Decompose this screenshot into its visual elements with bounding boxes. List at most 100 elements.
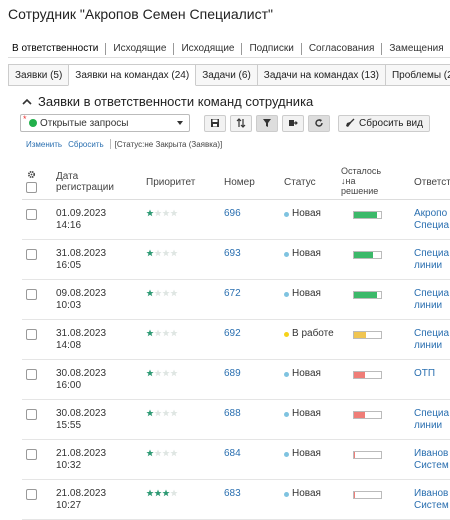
col-remaining[interactable]: Осталось ↓на решение bbox=[341, 166, 381, 196]
table-row[interactable]: 01.09.2023 14:16 696 Новая Акропо Специа bbox=[22, 200, 450, 240]
page-title: Сотрудник "Акропов Семен Специалист" bbox=[8, 6, 274, 22]
star-filled-icon bbox=[146, 409, 154, 417]
table-row[interactable]: 30.08.2023 15:55 688 Новая Специа линии bbox=[22, 400, 450, 440]
star-empty-icon bbox=[162, 249, 170, 257]
row-checkbox[interactable] bbox=[26, 209, 37, 220]
table-row[interactable]: 21.08.2023 10:32 684 Новая Иванов Систем bbox=[22, 440, 450, 480]
row-checkbox[interactable] bbox=[26, 489, 37, 500]
section-title: Заявки в ответственности команд сотрудни… bbox=[38, 94, 314, 109]
responsible-link[interactable]: ОТП bbox=[414, 368, 450, 380]
priority-rating bbox=[146, 409, 178, 417]
tab-main-4[interactable]: Согласования bbox=[302, 42, 383, 55]
reset-view-button[interactable]: Сбросить вид bbox=[338, 114, 430, 132]
requests-table: Дата регистрации Приоритет Номер Статус О… bbox=[22, 162, 450, 520]
responsible-link[interactable]: Иванов Систем bbox=[414, 488, 450, 512]
sort-button[interactable] bbox=[230, 114, 252, 132]
responsible-link[interactable]: Специа линии bbox=[414, 248, 450, 272]
star-empty-icon bbox=[162, 209, 170, 217]
export-icon bbox=[289, 120, 298, 126]
active-filter-bar: Изменить Сбросить [Статус: не Закрыта (З… bbox=[26, 139, 222, 149]
col-priority[interactable]: Приоритет bbox=[146, 177, 195, 188]
star-empty-icon bbox=[162, 329, 170, 337]
priority-rating bbox=[146, 289, 178, 297]
tab-main-2[interactable]: Исходящие bbox=[174, 42, 243, 55]
priority-rating bbox=[146, 209, 178, 217]
edit-filter-link[interactable]: Изменить bbox=[26, 140, 62, 149]
col-date[interactable]: Дата регистрации bbox=[56, 171, 114, 193]
row-checkbox[interactable] bbox=[26, 449, 37, 460]
status-badge: Новая bbox=[284, 208, 321, 220]
row-checkbox[interactable] bbox=[26, 329, 37, 340]
request-number-link[interactable]: 696 bbox=[224, 208, 241, 220]
divider bbox=[109, 139, 111, 149]
responsible-link[interactable]: Специа линии bbox=[414, 288, 450, 312]
save-view-button[interactable] bbox=[204, 114, 226, 132]
remaining-time-bar bbox=[353, 331, 382, 339]
status-badge: В работе bbox=[284, 328, 334, 340]
responsible-link[interactable]: Специа линии bbox=[414, 328, 450, 352]
row-date: 30.08.2023 15:55 bbox=[56, 408, 107, 431]
star-empty-icon bbox=[170, 249, 178, 257]
row-date: 31.08.2023 16:05 bbox=[56, 248, 107, 271]
select-all-checkbox[interactable] bbox=[26, 182, 37, 193]
table-row[interactable]: 30.08.2023 16:00 689 Новая ОТП bbox=[22, 360, 450, 400]
responsible-link[interactable]: Специа линии bbox=[414, 408, 450, 432]
request-number-link[interactable]: 689 bbox=[224, 368, 241, 380]
priority-rating bbox=[146, 449, 178, 457]
view-filter-value: Открытые запросы bbox=[40, 117, 129, 129]
table-row[interactable]: 09.08.2023 10:03 672 Новая Специа линии bbox=[22, 280, 450, 320]
remaining-time-bar bbox=[353, 411, 382, 419]
tab-sub-3[interactable]: Задачи на командах (13) bbox=[256, 64, 386, 85]
table-row[interactable]: 21.08.2023 10:27 683 Новая Иванов Систем bbox=[22, 480, 450, 520]
tab-sub-1[interactable]: Заявки на командах (24) bbox=[68, 64, 197, 86]
tab-sub-0[interactable]: Заявки (5) bbox=[8, 64, 70, 85]
gear-icon[interactable] bbox=[27, 170, 36, 179]
save-icon bbox=[211, 119, 219, 127]
view-filter-select[interactable]: * Открытые запросы bbox=[20, 114, 190, 132]
priority-rating bbox=[146, 329, 178, 337]
filter-button[interactable] bbox=[256, 114, 278, 132]
chevron-up-icon[interactable] bbox=[22, 97, 32, 107]
responsible-link[interactable]: Акропо Специа bbox=[414, 208, 450, 232]
remaining-time-bar bbox=[353, 451, 382, 459]
request-number-link[interactable]: 683 bbox=[224, 488, 241, 500]
refresh-button[interactable] bbox=[308, 114, 330, 132]
status-dot bbox=[284, 211, 289, 217]
row-date: 09.08.2023 10:03 bbox=[56, 288, 107, 311]
remaining-time-fill bbox=[354, 412, 365, 418]
priority-rating bbox=[146, 489, 178, 497]
star-empty-icon bbox=[162, 409, 170, 417]
row-checkbox[interactable] bbox=[26, 409, 37, 420]
tab-main-1[interactable]: Исходящие bbox=[106, 42, 175, 55]
tab-sub-4[interactable]: Проблемы (2) bbox=[384, 64, 450, 85]
row-checkbox[interactable] bbox=[26, 249, 37, 260]
tab-main-3[interactable]: Подписки bbox=[242, 42, 302, 55]
responsible-link[interactable]: Иванов Систем bbox=[414, 448, 450, 472]
export-button[interactable] bbox=[282, 114, 304, 132]
table-header: Дата регистрации Приоритет Номер Статус О… bbox=[22, 162, 450, 200]
status-badge: Новая bbox=[284, 368, 321, 380]
request-number-link[interactable]: 672 bbox=[224, 288, 241, 300]
table-row[interactable]: 31.08.2023 14:08 692 В работе Специа линии bbox=[22, 320, 450, 360]
request-number-link[interactable]: 693 bbox=[224, 248, 241, 260]
star-empty-icon bbox=[154, 449, 162, 457]
section-header[interactable]: Заявки в ответственности команд сотрудни… bbox=[22, 94, 313, 109]
remaining-time-bar bbox=[353, 491, 382, 499]
row-checkbox[interactable] bbox=[26, 369, 37, 380]
col-number[interactable]: Номер bbox=[224, 177, 255, 188]
remaining-time-bar bbox=[353, 371, 382, 379]
tab-main-0[interactable]: В ответственности bbox=[8, 42, 107, 55]
col-responsible[interactable]: Ответст bbox=[414, 177, 450, 188]
col-status[interactable]: Статус bbox=[284, 177, 316, 188]
request-number-link[interactable]: 684 bbox=[224, 448, 241, 460]
status-dot bbox=[284, 491, 289, 497]
request-number-link[interactable]: 692 bbox=[224, 328, 241, 340]
row-date: 30.08.2023 16:00 bbox=[56, 368, 107, 391]
tab-sub-2[interactable]: Задачи (6) bbox=[195, 64, 258, 85]
table-row[interactable]: 31.08.2023 16:05 693 Новая Специа линии bbox=[22, 240, 450, 280]
reset-filter-link[interactable]: Сбросить bbox=[68, 140, 104, 149]
priority-rating bbox=[146, 369, 178, 377]
tab-main-5[interactable]: Замещения bbox=[382, 43, 450, 55]
request-number-link[interactable]: 688 bbox=[224, 408, 241, 420]
row-checkbox[interactable] bbox=[26, 289, 37, 300]
